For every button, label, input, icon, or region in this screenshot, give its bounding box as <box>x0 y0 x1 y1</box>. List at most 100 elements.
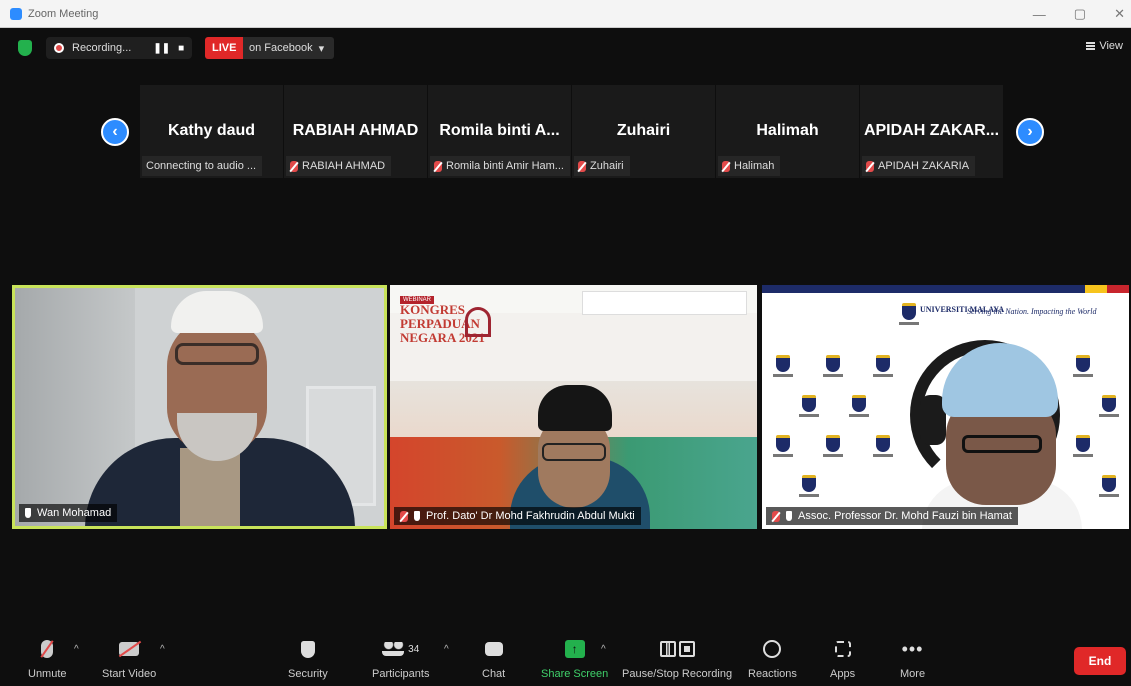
chat-label: Chat <box>482 668 506 680</box>
end-meeting-button[interactable]: End <box>1074 647 1126 675</box>
pin-icon <box>414 511 420 521</box>
muted-mic-icon <box>866 160 874 172</box>
um-crest-icon <box>1073 435 1093 457</box>
participant-label: Romila binti Amir Ham... <box>430 156 570 176</box>
live-target-label: on Facebook <box>249 42 313 54</box>
window-title: Zoom Meeting <box>28 7 99 20</box>
video-options-caret[interactable]: ^ <box>160 644 165 655</box>
video-name-label: Wan Mohamad <box>19 504 118 522</box>
muted-mic-icon <box>434 160 442 172</box>
um-crest-icon <box>823 435 843 457</box>
muted-mic-icon <box>290 160 298 172</box>
zoom-window: Zoom Meeting — ▢ ✕ Recording... ❚❚ ■ LIV… <box>0 0 1131 686</box>
video-tile[interactable]: WEBINAR KONGRES PERPADUAN NEGARA 2021 Pr… <box>390 285 757 529</box>
minimize-button[interactable]: — <box>1033 7 1046 22</box>
muted-mic-icon <box>578 160 586 172</box>
view-label: View <box>1099 40 1123 52</box>
participant-name: APIDAH ZAKAR... <box>863 122 1000 139</box>
grid-view-icon <box>1086 42 1096 50</box>
recording-indicator: Recording... ❚❚ ■ <box>46 37 193 59</box>
participant-tile[interactable]: Zuhairi Zuhairi <box>572 85 716 178</box>
participant-status: Connecting to audio ... <box>146 160 257 172</box>
video-tile[interactable]: UNIVERSITI MALAYA Serving the Nation. Im… <box>762 285 1129 529</box>
participant-label: RABIAH AHMAD <box>286 156 392 176</box>
start-video-button[interactable]: Start Video <box>102 636 156 680</box>
reactions-button[interactable]: Reactions <box>748 636 797 680</box>
participant-tile[interactable]: RABIAH AHMAD RABIAH AHMAD <box>284 85 428 178</box>
participant-name: Halimah <box>756 122 819 139</box>
encryption-shield-icon[interactable] <box>18 40 32 56</box>
participant-label-text: Halimah <box>734 160 775 172</box>
muted-mic-icon <box>41 640 54 658</box>
participant-name: Kathy daud <box>167 122 256 139</box>
unmute-label: Unmute <box>28 668 67 680</box>
more-button[interactable]: ••• More <box>900 636 925 680</box>
security-label: Security <box>288 668 328 680</box>
video-name-text: Wan Mohamad <box>37 507 112 519</box>
participant-glasses <box>175 343 259 365</box>
shield-icon <box>300 640 315 658</box>
video-tile-active-speaker[interactable]: Wan Mohamad <box>12 285 387 529</box>
um-crest-icon <box>1099 475 1119 497</box>
chevron-down-icon: ▾ <box>318 42 325 55</box>
audio-options-caret[interactable]: ^ <box>74 644 79 655</box>
more-label: More <box>900 668 926 680</box>
close-button[interactable]: ✕ <box>1114 6 1125 22</box>
share-options-caret[interactable]: ^ <box>601 644 606 655</box>
um-crest-icon <box>773 355 793 377</box>
participants-options-caret[interactable]: ^ <box>444 644 449 655</box>
recording-controls-icon <box>659 641 695 657</box>
muted-mic-icon <box>722 160 730 172</box>
participant-label-text: APIDAH ZAKARIA <box>878 160 970 172</box>
muted-mic-icon <box>772 510 780 522</box>
um-crest-icon <box>1073 355 1093 377</box>
participant-name: Romila binti A... <box>439 122 560 139</box>
reactions-icon <box>763 640 782 658</box>
um-crest-icon <box>899 303 919 325</box>
share-screen-label: Share Screen <box>541 668 609 680</box>
pause-stop-recording-button[interactable]: Pause/Stop Recording <box>622 636 732 680</box>
share-screen-button[interactable]: ↑ Share Screen <box>541 636 608 680</box>
participant-label-text: Zuhairi <box>590 160 624 172</box>
um-crest-icon <box>849 395 869 417</box>
view-button[interactable]: View <box>1086 40 1123 52</box>
share-screen-icon: ↑ <box>564 640 585 658</box>
next-page-arrow[interactable]: › <box>1016 118 1044 146</box>
participants-count: 34 <box>408 643 420 655</box>
live-badge: LIVE <box>205 37 244 59</box>
live-stream-dropdown[interactable]: on Facebook ▾ <box>243 37 335 59</box>
stop-recording-icon[interactable]: ■ <box>178 43 184 54</box>
security-button[interactable]: Security <box>288 636 328 680</box>
um-crest-icon <box>773 435 793 457</box>
participant-tile[interactable]: Kathy daud Connecting to audio ... <box>140 85 284 178</box>
title-bar: Zoom Meeting — ▢ ✕ <box>0 0 1131 28</box>
um-crest-icon <box>873 355 893 377</box>
unmute-button[interactable]: Unmute <box>28 636 67 680</box>
apps-icon <box>834 641 851 657</box>
sponsor-logos <box>582 291 747 315</box>
prev-page-arrow[interactable]: ‹ <box>101 118 129 146</box>
um-crest-icon <box>799 475 819 497</box>
maximize-button[interactable]: ▢ <box>1074 6 1086 22</box>
chat-icon <box>484 642 503 656</box>
participant-name: Zuhairi <box>616 122 671 139</box>
um-crest-icon <box>823 355 843 377</box>
participants-icon <box>382 642 405 656</box>
apps-button[interactable]: Apps <box>830 636 855 680</box>
video-name-label: Prof. Dato' Dr Mohd Fakhrudin Abdul Mukt… <box>394 507 641 525</box>
muted-mic-icon <box>400 510 408 522</box>
pause-recording-icon[interactable]: ❚❚ <box>153 43 170 54</box>
participant-cap <box>171 291 263 333</box>
participants-label: Participants <box>372 668 430 680</box>
meeting-toolbar: Unmute ^ Start Video ^ Security 34 Parti… <box>0 630 1131 686</box>
participant-label-text: Romila binti Amir Ham... <box>446 160 564 172</box>
arch-logo-icon <box>465 307 491 337</box>
pin-icon <box>786 511 792 521</box>
chat-button[interactable]: Chat <box>482 636 505 680</box>
participant-tile[interactable]: Halimah Halimah <box>716 85 860 178</box>
pin-icon <box>25 508 31 518</box>
apps-label: Apps <box>830 668 856 680</box>
participant-tile[interactable]: APIDAH ZAKAR... APIDAH ZAKARIA <box>860 85 1004 178</box>
participant-tile[interactable]: Romila binti A... Romila binti Amir Ham.… <box>428 85 572 178</box>
participants-button[interactable]: 34 Participants <box>372 636 429 680</box>
